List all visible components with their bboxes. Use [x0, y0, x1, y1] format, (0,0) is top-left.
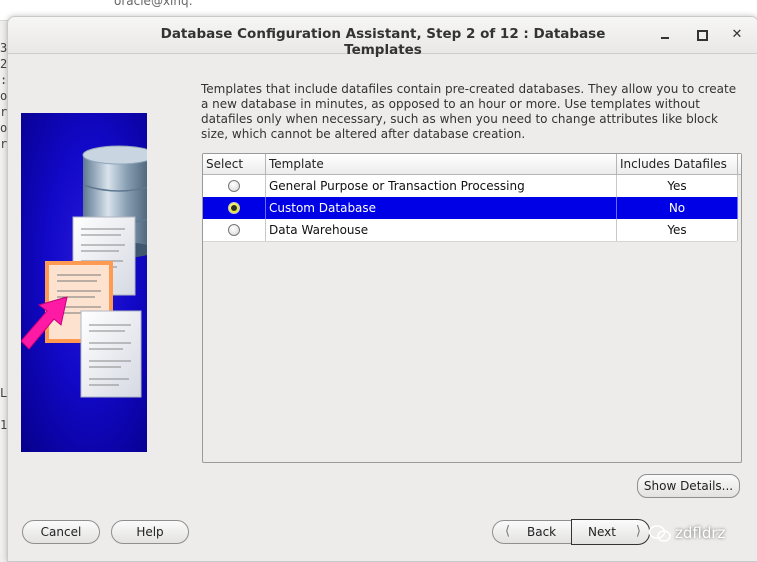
header-select[interactable]: Select — [203, 154, 266, 174]
template-name: General Purpose or Transaction Processin… — [266, 175, 617, 197]
table-row[interactable]: General Purpose or Transaction Processin… — [203, 175, 738, 198]
template-name: Custom Database — [266, 197, 617, 219]
includes-datafiles-value: Yes — [617, 219, 738, 241]
show-details-button[interactable]: Show Details... — [637, 474, 740, 498]
back-button[interactable]: ⟨ Back — [492, 520, 572, 544]
description-text: Templates that include datafiles contain… — [201, 82, 737, 141]
chevron-right-icon: ⟩ — [635, 524, 641, 539]
maximize-icon[interactable] — [692, 25, 712, 45]
chevron-left-icon: ⟨ — [505, 524, 511, 539]
background-window-title: oracle@xinq: — [114, 0, 193, 8]
minimize-icon[interactable] — [655, 25, 675, 45]
title-bar[interactable]: Database Configuration Assistant, Step 2… — [8, 17, 757, 58]
dbca-dialog: Database Configuration Assistant, Step 2… — [7, 16, 757, 562]
help-button[interactable]: Help — [111, 520, 189, 544]
radio-custom-database[interactable] — [228, 202, 240, 214]
header-includes-datafiles[interactable]: Includes Datafiles — [617, 154, 738, 174]
wizard-illustration — [21, 113, 147, 452]
close-icon[interactable]: ✕ — [727, 25, 747, 45]
next-button[interactable]: Next ⟩ — [571, 519, 650, 545]
templates-table: Select Template Includes Datafiles Gener… — [202, 153, 742, 463]
wechat-icon — [648, 524, 671, 542]
table-header: Select Template Includes Datafiles — [203, 154, 741, 175]
database-documents-illustration — [21, 145, 147, 398]
watermark: zdfldrz — [648, 522, 726, 546]
header-template[interactable]: Template — [266, 154, 617, 174]
includes-datafiles-value: No — [617, 197, 738, 219]
radio-general-purpose[interactable] — [228, 180, 240, 192]
template-name: Data Warehouse — [266, 219, 617, 241]
radio-data-warehouse[interactable] — [228, 224, 240, 236]
back-label: Back — [527, 525, 557, 539]
document-icon-front — [80, 310, 142, 398]
next-label: Next — [588, 525, 616, 539]
cancel-button[interactable]: Cancel — [22, 520, 100, 544]
table-row-selected[interactable]: Custom Database No — [203, 197, 738, 220]
watermark-text: zdfldrz — [675, 524, 726, 542]
table-row[interactable]: Data Warehouse Yes — [203, 219, 738, 242]
window-title: Database Configuration Assistant, Step 2… — [160, 26, 606, 58]
includes-datafiles-value: Yes — [617, 175, 738, 197]
